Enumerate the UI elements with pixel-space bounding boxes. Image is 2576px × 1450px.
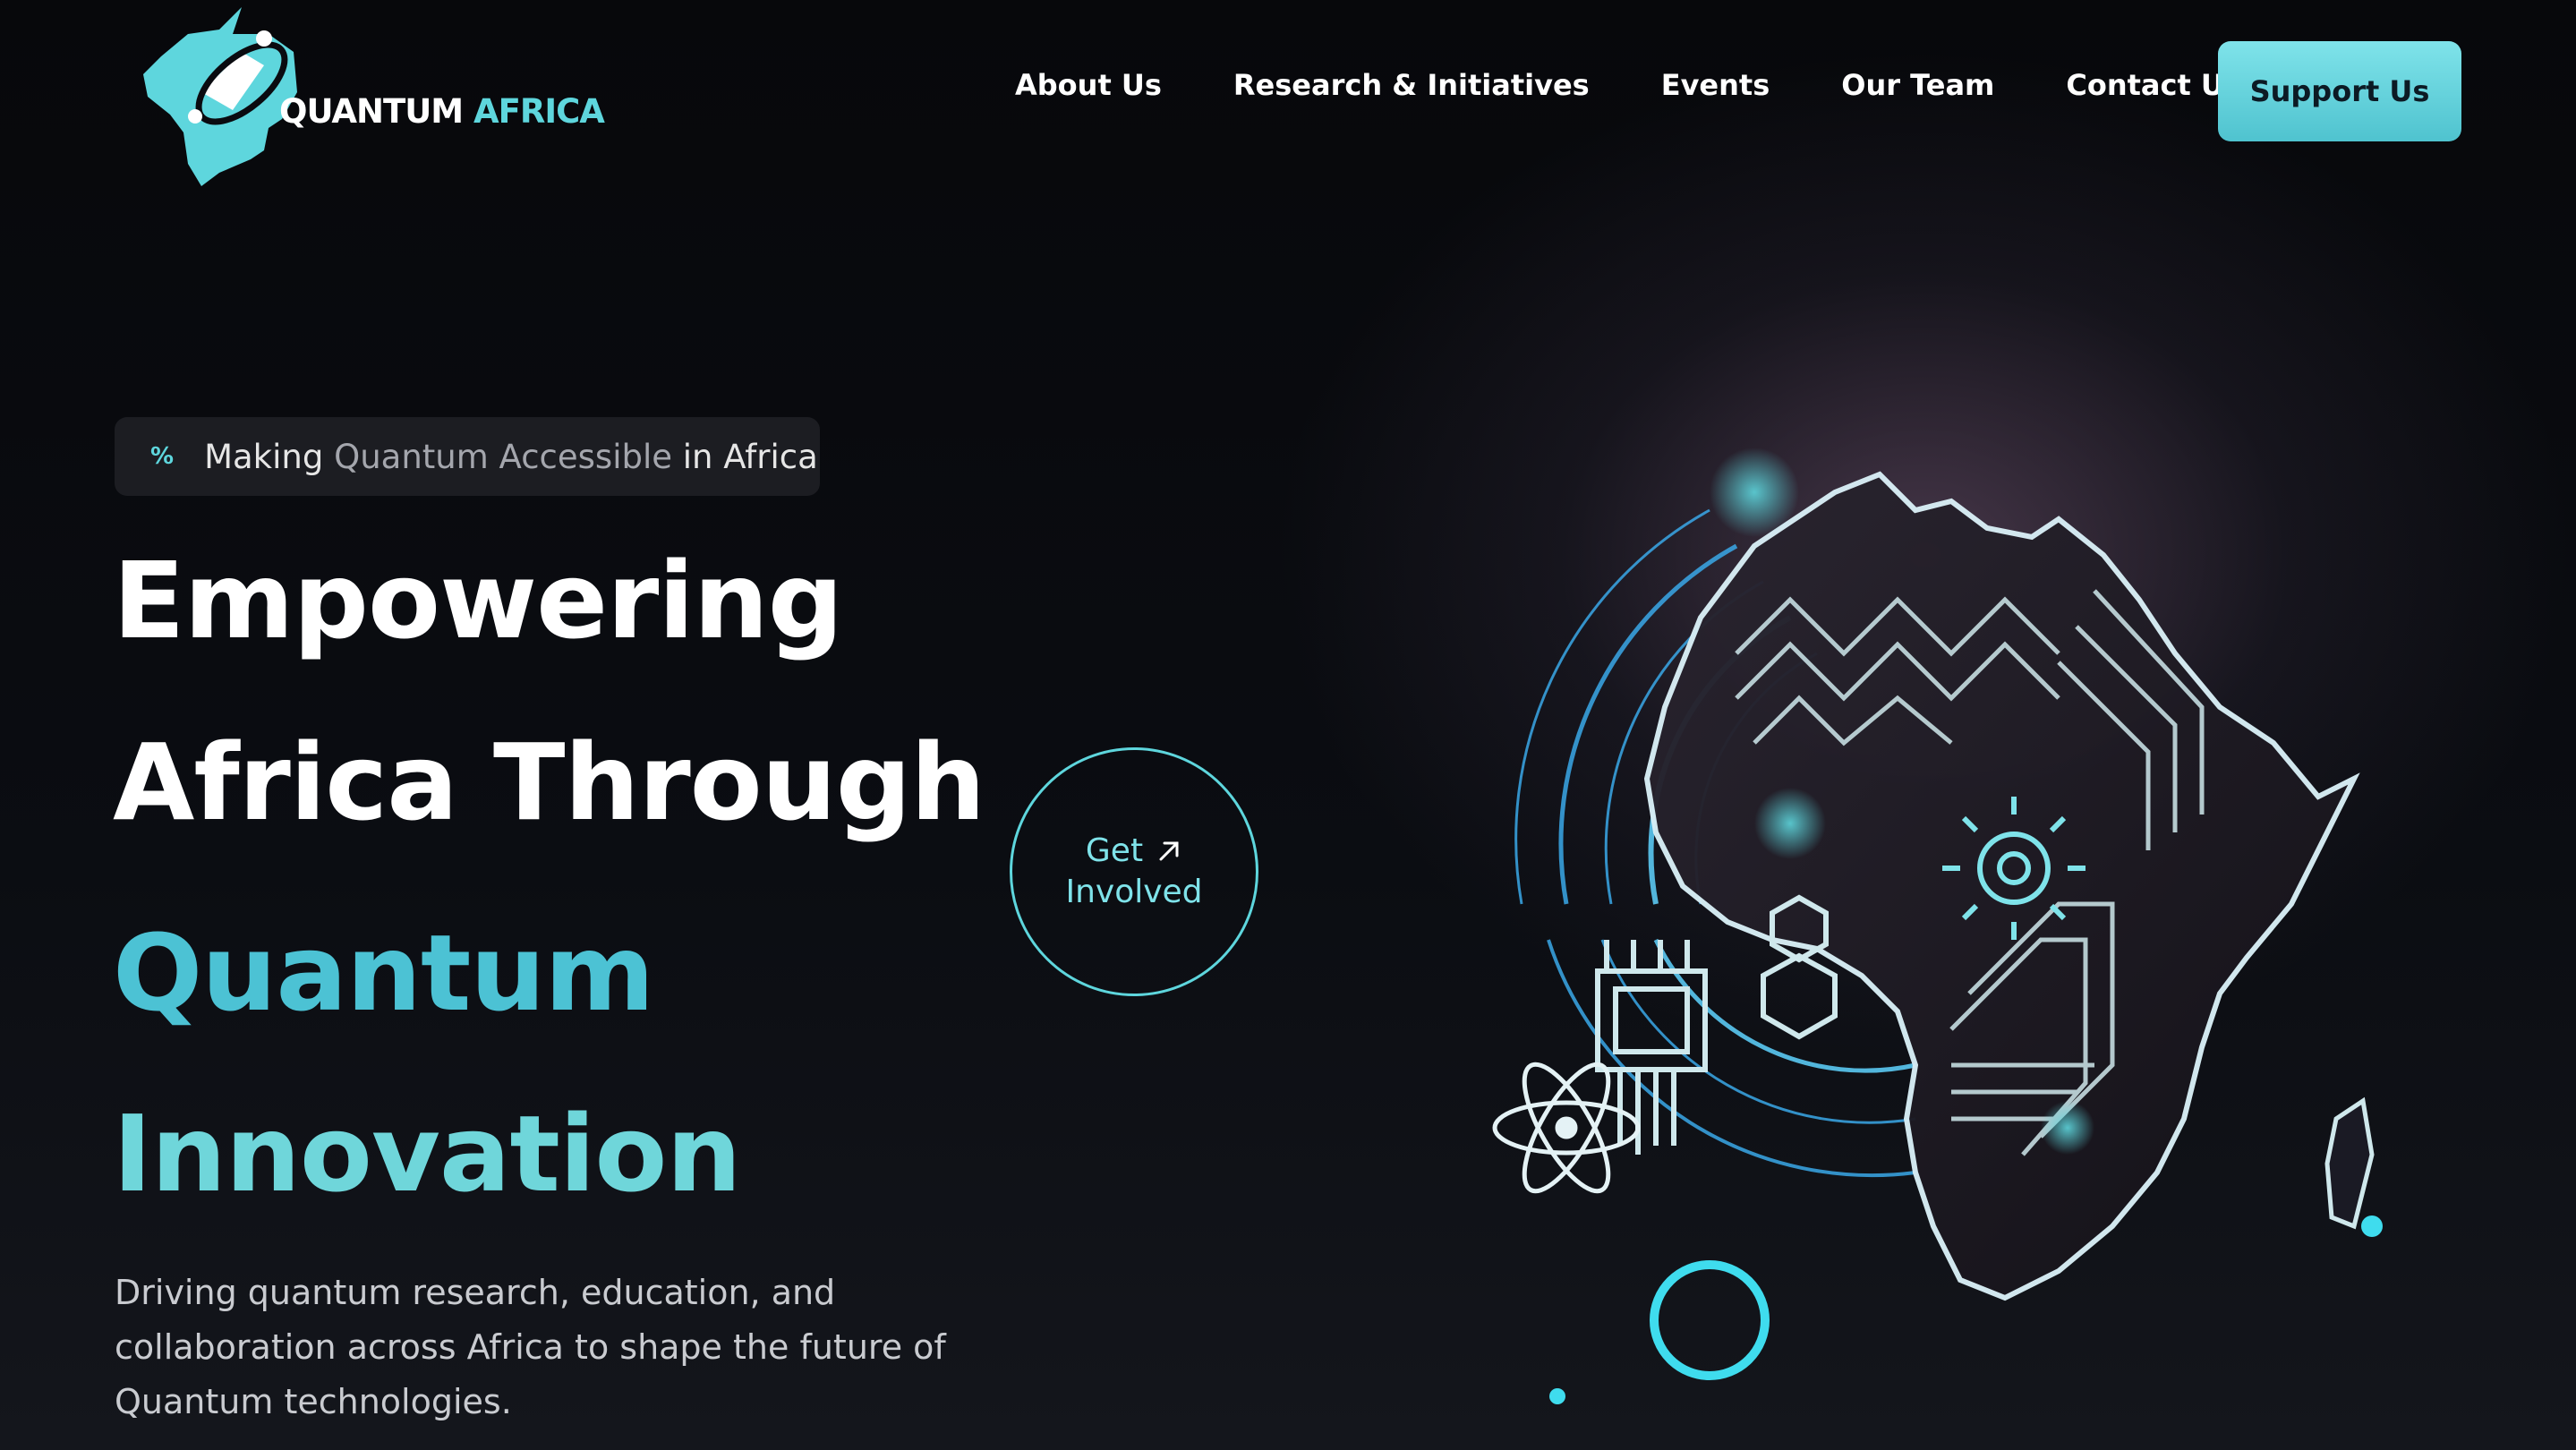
headline-line-2: Africa Through: [113, 721, 985, 844]
headline-line-3: Quantum: [113, 911, 654, 1035]
badge-text-part1: Making: [204, 437, 324, 476]
nav-contact-us[interactable]: Contact Us: [2066, 68, 2241, 102]
hero-description: Driving quantum research, education, and…: [115, 1273, 946, 1421]
cta-label-line2: Involved: [1065, 874, 1203, 910]
brand-logo[interactable]: QUANTUM AFRICA: [134, 7, 605, 186]
nav-about-us[interactable]: About Us: [1015, 68, 1162, 102]
nav-research-initiatives[interactable]: Research & Initiatives: [1233, 68, 1590, 102]
brand-name-part1: QUANTUM: [279, 92, 464, 131]
cta-label-line1: Get: [1085, 832, 1144, 869]
arrow-up-right-icon: [1159, 841, 1179, 861]
page: QUANTUM AFRICA About Us Research & Initi…: [0, 0, 2576, 1450]
main-nav: About Us Research & Initiatives Events O…: [1015, 68, 2241, 102]
support-us-button[interactable]: Support Us: [2218, 41, 2461, 141]
brand-wordmark: QUANTUM AFRICA: [279, 92, 605, 131]
africa-circuit-illustration: [1492, 448, 2383, 1404]
headline-line-4: Innovation: [113, 1092, 741, 1215]
nav-our-team[interactable]: Our Team: [1841, 68, 1994, 102]
brand-name-part2: AFRICA: [473, 92, 605, 131]
badge-text-part3: in Africa: [682, 437, 818, 476]
badge-text-part2: Quantum Accessible: [334, 437, 673, 476]
hero-badge: % Making Quantum Accessible in Africa: [115, 417, 820, 496]
get-involved-button[interactable]: Get Involved: [1010, 747, 1258, 996]
headline-line-1: Empowering: [113, 539, 843, 662]
nav-events[interactable]: Events: [1661, 68, 1770, 102]
percent-icon: %: [150, 443, 175, 470]
